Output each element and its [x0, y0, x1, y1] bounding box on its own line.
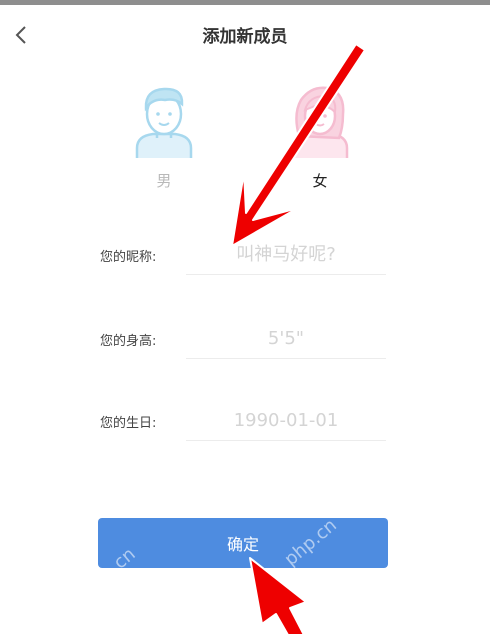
female-avatar-icon: [291, 86, 349, 158]
gender-option-female[interactable]: 女: [280, 84, 360, 194]
nickname-label: 您的昵称:: [100, 250, 157, 265]
nickname-input[interactable]: [186, 234, 386, 275]
height-row: 您的身高:: [0, 318, 490, 368]
top-status-strip: [0, 0, 490, 5]
gender-option-male[interactable]: 男: [124, 84, 204, 194]
gender-label-female: 女: [312, 172, 328, 190]
male-avatar-icon: [135, 87, 193, 158]
birthday-label: 您的生日:: [100, 416, 157, 431]
nickname-row: 您的昵称:: [0, 234, 490, 284]
birthday-row: 您的生日:: [0, 400, 490, 450]
gender-label-male: 男: [156, 172, 172, 190]
annotation-cursor-arrow: [249, 557, 307, 635]
confirm-button[interactable]: 确定: [98, 518, 388, 568]
birthday-input[interactable]: [186, 400, 386, 441]
height-input[interactable]: [186, 318, 386, 359]
page-title: 添加新成员: [202, 27, 288, 47]
height-label: 您的身高:: [100, 334, 157, 349]
